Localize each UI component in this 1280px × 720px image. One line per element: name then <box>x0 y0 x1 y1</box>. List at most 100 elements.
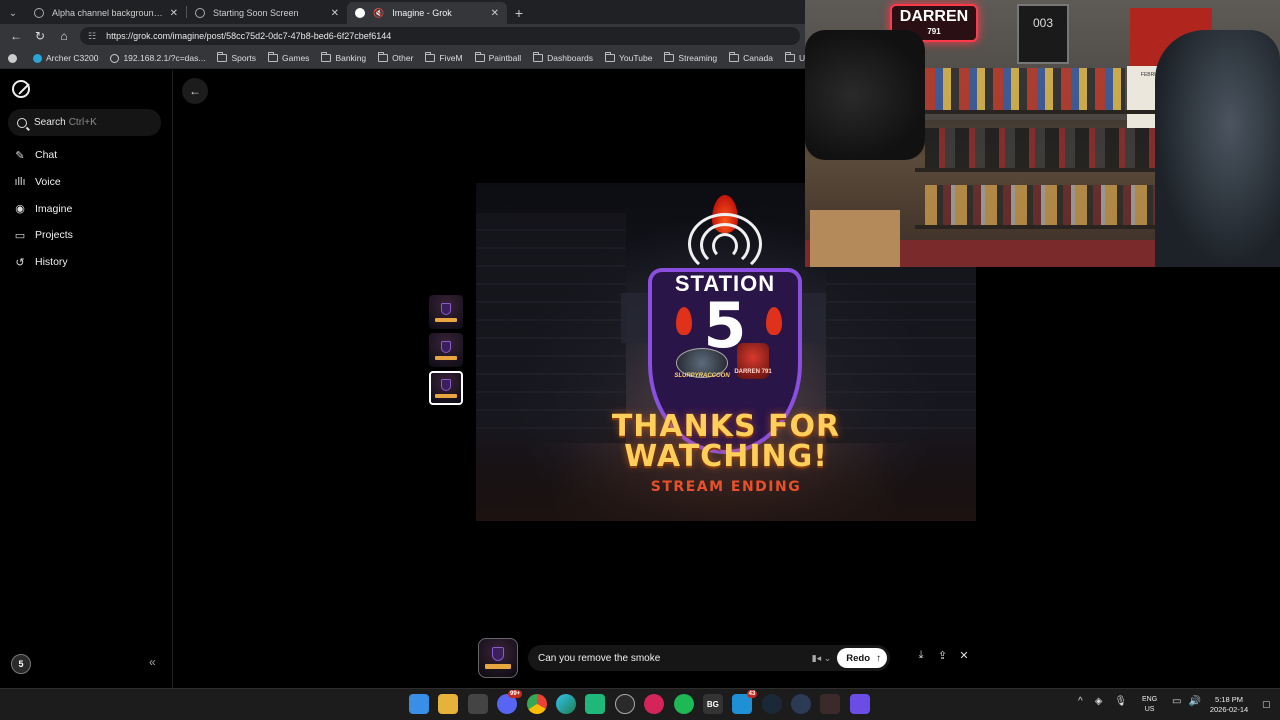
webcam-box <box>810 210 900 267</box>
google-icon <box>8 53 17 63</box>
windows-taskbar: 99+ BG 43 ^ ◈ 🎙 ENG US ▭ 🔊 5:18 PM 2026-… <box>0 688 1280 720</box>
network-icon[interactable]: ▭ <box>1172 696 1181 707</box>
app-pink-icon[interactable] <box>644 694 665 714</box>
grok-logo-icon[interactable] <box>12 80 30 98</box>
globe-icon <box>34 8 44 18</box>
language-top: ENG <box>1142 696 1158 703</box>
prompt-input[interactable]: Can you remove the smoke ▮◂ ⌄ Redo ↑ <box>528 645 890 671</box>
sidebar-item-chat[interactable]: ✎ Chat <box>12 142 73 169</box>
share-icon[interactable]: ⇪ <box>933 649 953 662</box>
discord-icon[interactable]: 99+ <box>497 690 523 714</box>
tab-alpha-remover[interactable]: Alpha channel background remover ✕ <box>26 2 186 24</box>
file-explorer-icon[interactable] <box>438 694 459 714</box>
bookmark-label: 192.168.2.1/?c=das... <box>123 53 206 63</box>
folder-icon <box>474 52 485 62</box>
sidebar-item-voice[interactable]: ıllı Voice <box>12 169 73 196</box>
reload-icon[interactable]: ↻ <box>28 25 52 47</box>
tab-close-icon[interactable]: ✕ <box>491 8 499 19</box>
bookmark-folder-sports[interactable]: Sports <box>217 52 256 63</box>
volume-icon[interactable]: 🔊 <box>1188 696 1200 707</box>
address-bar[interactable]: ☷ https://grok.com/imagine/post/58cc75d2… <box>80 27 800 45</box>
tab-title: Alpha channel background remover <box>52 8 164 18</box>
tab-close-icon[interactable]: ✕ <box>331 8 339 19</box>
tab-imagine-grok[interactable]: 🔇 Imagine - Grok ✕ <box>347 2 507 24</box>
microphone-icon[interactable]: 🎙 <box>1114 696 1127 707</box>
video-mode-dropdown-icon[interactable]: ▮◂ ⌄ <box>812 653 832 664</box>
chevron-up-icon[interactable]: ^ <box>1078 696 1083 707</box>
back-button[interactable]: ← <box>182 78 208 104</box>
tray-app-icon[interactable]: ◈ <box>1095 696 1103 707</box>
sidebar-item-label: Voice <box>35 176 61 189</box>
taskbar-apps: 99+ BG 43 <box>409 690 879 714</box>
steam-icon[interactable] <box>761 694 782 714</box>
folder-icon <box>378 52 389 62</box>
download-icon[interactable]: ⤓ <box>911 649 931 662</box>
chrome-icon[interactable] <box>526 694 547 714</box>
app-grid-icon[interactable] <box>849 694 870 714</box>
avatar[interactable]: 5 <box>11 654 31 674</box>
globe-icon <box>110 53 120 63</box>
bookmark-router[interactable]: 192.168.2.1/?c=das... <box>110 53 205 63</box>
new-tab-plus-icon[interactable]: + <box>507 2 531 24</box>
site-info-icon[interactable]: ☷ <box>88 31 96 42</box>
collapse-sidebar-icon[interactable]: « <box>149 655 156 669</box>
speaker-muted-icon[interactable]: 🔇 <box>373 8 384 19</box>
text-thumbnail-graphic <box>435 317 457 322</box>
app-arrow-icon[interactable] <box>791 694 812 714</box>
folder-icon <box>268 52 279 62</box>
close-icon[interactable]: ✕ <box>954 649 974 662</box>
redo-button[interactable]: Redo ↑ <box>837 648 887 668</box>
poster-station-number: 5 <box>703 289 747 362</box>
source-image-thumbnail[interactable] <box>478 638 518 678</box>
language-bottom: US <box>1144 706 1155 713</box>
tab-title: Imagine - Grok <box>392 8 452 18</box>
badge-thumbnail-graphic <box>492 647 504 661</box>
app-green-icon[interactable] <box>585 694 606 714</box>
bookmark-folder-streaming[interactable]: Streaming <box>664 52 717 63</box>
language-indicator[interactable]: ENG US <box>1142 695 1157 715</box>
spotify-icon[interactable] <box>673 694 694 714</box>
notification-bell-icon[interactable]: ▢ <box>1262 699 1271 710</box>
tab-close-icon[interactable]: ✕ <box>170 8 178 19</box>
tab-starting-soon[interactable]: Starting Soon Screen ✕ <box>187 2 347 24</box>
search-shortcut: Ctrl+K <box>68 117 97 128</box>
bookmark-folder-fivem[interactable]: FiveM <box>425 52 463 63</box>
bookmark-folder-paintball[interactable]: Paintball <box>474 52 521 63</box>
bookmark-archer[interactable]: Archer C3200 <box>33 53 98 63</box>
search-button[interactable]: Search Ctrl+K <box>8 109 161 136</box>
sidebar-item-imagine[interactable]: ◉ Imagine <box>12 195 73 222</box>
obs-icon[interactable] <box>614 694 635 714</box>
bookmark-folder-games[interactable]: Games <box>268 52 309 63</box>
variant-thumbnail-selected[interactable] <box>429 371 463 405</box>
variant-thumbnail[interactable] <box>429 333 463 367</box>
bookmark-folder-banking[interactable]: Banking <box>321 52 366 63</box>
bookmark-label: Archer C3200 <box>46 53 99 63</box>
text-thumbnail-graphic <box>435 393 457 398</box>
back-arrow-icon[interactable]: ← <box>4 25 28 47</box>
sidebar-item-history[interactable]: ↺ History <box>12 249 73 276</box>
edge-icon[interactable] <box>555 694 576 714</box>
edit-icon: ✎ <box>15 149 25 162</box>
windows-start-icon[interactable] <box>409 694 429 714</box>
bookmark-folder-other[interactable]: Other <box>378 52 413 63</box>
tab-search-chevron-icon[interactable]: ⌄ <box>0 2 26 24</box>
search-icon <box>17 117 27 128</box>
history-icon: ↺ <box>15 256 25 269</box>
bookmark-google[interactable] <box>8 53 21 63</box>
store-icon[interactable] <box>467 694 488 714</box>
app-game-icon[interactable] <box>820 694 841 714</box>
folder-icon <box>664 52 675 62</box>
badge-thumbnail-graphic <box>441 340 451 353</box>
home-icon[interactable]: ⌂ <box>52 25 76 47</box>
bookmark-folder-canada[interactable]: Canada <box>729 52 773 63</box>
mail-icon[interactable]: 43 <box>732 690 758 714</box>
sidebar-item-projects[interactable]: ▭ Projects <box>12 222 73 249</box>
bookmark-folder-youtube[interactable]: YouTube <box>605 52 652 63</box>
image-actions: ⤓ ⇪ ✕ <box>911 649 976 662</box>
folder-icon <box>605 52 616 62</box>
bookmark-folder-dashboards[interactable]: Dashboards <box>533 52 593 63</box>
bg-app-icon[interactable]: BG <box>702 694 723 714</box>
variant-thumbnail[interactable] <box>429 295 463 329</box>
taskbar-clock[interactable]: 5:18 PM 2026-02-14 <box>1205 695 1253 715</box>
webcam-shelf-items <box>925 185 1155 225</box>
